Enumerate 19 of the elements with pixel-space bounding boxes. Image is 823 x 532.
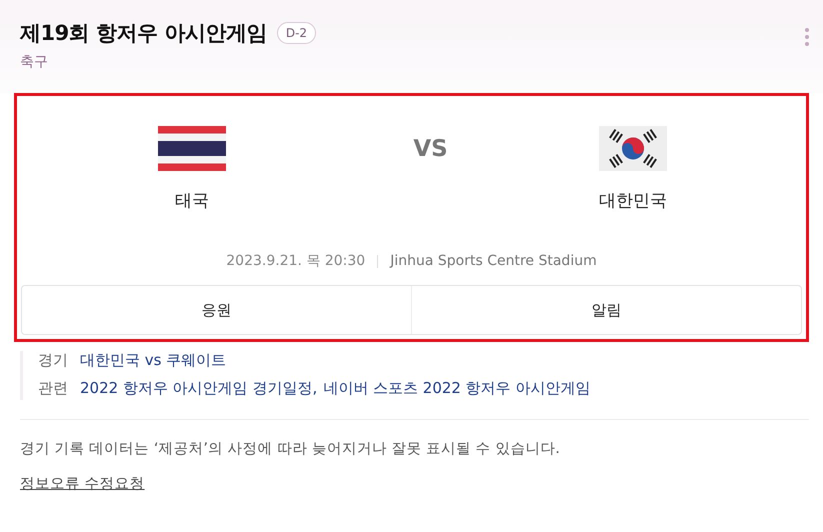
link-separator: ,: [312, 379, 318, 398]
flag-icon: [599, 126, 667, 171]
info-label: 경기: [38, 351, 68, 370]
more-options-icon[interactable]: [805, 28, 809, 46]
match-venue: Jinhua Sports Centre Stadium: [390, 253, 597, 269]
info-link[interactable]: 네이버 스포츠 2022 항저우 아시안게임: [323, 379, 591, 398]
versus-label: VS: [413, 136, 448, 162]
countdown-badge: D-2: [276, 22, 316, 44]
team-name: 태국: [175, 190, 209, 212]
info-link[interactable]: 2022 항저우 아시안게임 경기일정: [80, 379, 312, 398]
info-label: 관련: [38, 379, 68, 398]
flag-icon: [158, 126, 226, 171]
data-notice: 경기 기록 데이터는 ‘제공처’의 사정에 따라 늦어지거나 잘못 표시될 수 있습니다.: [20, 440, 561, 458]
info-link[interactable]: 대한민국 vs 쿠웨이트: [80, 351, 226, 370]
match-datetime: 2023.9.21. 목 20:30: [226, 252, 366, 270]
report-error-link[interactable]: 정보오류 수정요청: [20, 474, 145, 493]
page-title: 제19회 항저우 아시안게임: [20, 20, 267, 47]
team-name: 대한민국: [599, 190, 667, 212]
sport-category: 축구: [20, 53, 49, 71]
